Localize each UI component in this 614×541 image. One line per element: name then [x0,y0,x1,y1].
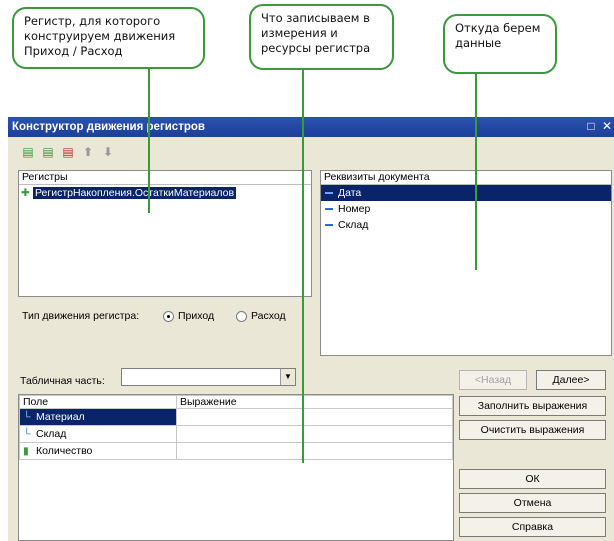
table-part-select[interactable]: ▼ [121,368,296,386]
callout-register-line2: конструируем движения [24,29,176,43]
radio-income-label[interactable]: Приход [178,310,214,322]
attribute-icon [325,208,333,211]
callout-what-pointer [302,70,304,463]
doc-attrs-header: Реквизиты документа [321,171,611,185]
registers-header: Регистры [19,171,311,185]
help-button[interactable]: Справка [459,517,606,537]
move-up-icon[interactable]: ⬆ [80,144,96,160]
table-row[interactable]: └ Материал [19,408,453,426]
fill-expressions-button[interactable]: Заполнить выражения [459,396,606,416]
doc-attr-item[interactable]: Номер [321,201,611,217]
callout-source-pointer [475,74,477,270]
callout-register-line1: Регистр, для которого [24,14,161,28]
maximize-icon[interactable]: □ [584,120,598,134]
radio-expense-label[interactable]: Расход [251,310,286,322]
register-item[interactable]: ✚ РегистрНакопления.ОстаткиМатериалов [19,185,311,201]
attribute-icon [325,224,333,227]
next-button[interactable]: Далее> [536,370,606,390]
add-copy-icon[interactable]: ▤ [40,144,56,160]
field-name: Материал [36,411,85,423]
doc-attr-item[interactable]: Склад [321,217,611,233]
resource-icon: ▮ [23,445,29,457]
callout-source-line1: Откуда берем [455,21,541,35]
callout-register-pointer [148,69,150,213]
close-icon[interactable]: ✕ [600,120,614,134]
movement-type-label: Тип движения регистра: [22,310,140,322]
add-register-icon[interactable]: ▤ [20,144,36,160]
dimension-icon: └ [23,411,31,423]
callout-register-line3: Приход / Расход [24,44,123,58]
document-attributes-list: Реквизиты документа Дата Номер Склад [320,170,612,356]
clear-expressions-button[interactable]: Очистить выражения [459,420,606,440]
radio-income[interactable] [163,311,174,322]
move-down-icon[interactable]: ⬇ [100,144,116,160]
expression-cell[interactable] [176,442,453,460]
col-expr-header: Выражение [176,395,453,409]
callout-source: Откуда берем данные [443,14,557,74]
field-name: Склад [36,428,67,440]
field-cell[interactable]: └ Материал [19,408,177,426]
ok-button[interactable]: ОК [459,469,606,489]
window-titlebar: Конструктор движения регистров □ ✕ [8,117,614,137]
fields-grid: Поле Выражение └ Материал └ Склад ▮ Количес… [19,395,453,460]
chevron-down-icon[interactable]: ▼ [280,369,295,385]
radio-expense[interactable] [236,311,247,322]
toolbar: ▤ ▤ ▤ ⬆ ⬇ [20,144,116,164]
expression-cell[interactable] [176,425,453,443]
fields-header-row: Поле Выражение [19,395,453,409]
plus-icon: ✚ [21,187,30,199]
callout-what-line3: ресурсы регистра [261,41,371,55]
table-row[interactable]: └ Склад [19,425,453,443]
doc-attr-label: Склад [338,219,369,231]
table-row[interactable]: ▮ Количество [19,442,453,460]
dimension-icon: └ [23,428,31,440]
callout-register: Регистр, для которого конструируем движе… [12,7,205,69]
table-part-label: Табличная часть: [20,375,105,387]
callout-what-line1: Что записываем в [261,11,370,25]
registers-list: Регистры ✚ РегистрНакопления.ОстаткиМатер… [18,170,312,297]
field-cell[interactable]: └ Склад [19,425,177,443]
col-field-header: Поле [19,395,177,409]
callout-what-line2: измерения и [261,26,338,40]
field-name: Количество [36,445,93,457]
cancel-button[interactable]: Отмена [459,493,606,513]
register-movement-wizard-window: Конструктор движения регистров □ ✕ ▤ ▤ ▤… [8,117,614,541]
doc-attr-item[interactable]: Дата [321,185,611,201]
field-cell[interactable]: ▮ Количество [19,442,177,460]
window-title: Конструктор движения регистров [12,121,205,133]
callout-what-to-write: Что записываем в измерения и ресурсы рег… [249,4,394,70]
callout-source-line2: данные [455,36,502,50]
doc-attr-label: Номер [338,203,371,215]
delete-icon[interactable]: ▤ [60,144,76,160]
back-button[interactable]: <Назад [459,370,527,390]
fields-table: Поле Выражение └ Материал └ Склад ▮ Количес… [18,394,454,541]
attribute-icon [325,192,333,195]
register-item-label: РегистрНакопления.ОстаткиМатериалов [33,187,237,199]
doc-attr-label: Дата [338,187,362,199]
expression-cell[interactable] [176,408,453,426]
